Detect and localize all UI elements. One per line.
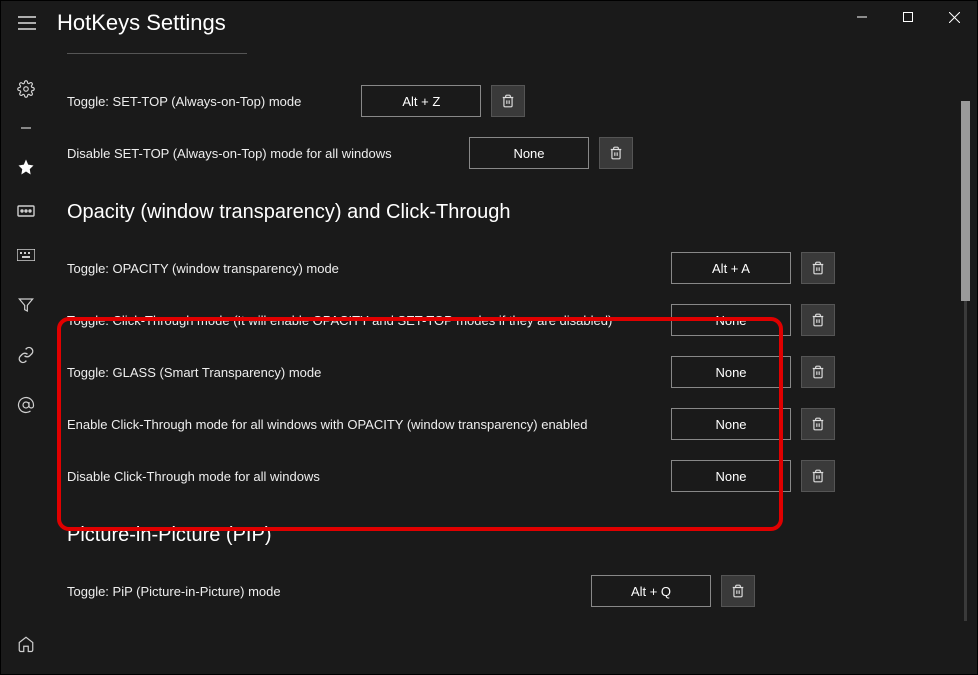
row-label: Toggle: Click-Through mode (It will enab…: [67, 313, 612, 328]
row-label: Disable Click-Through mode for all windo…: [67, 469, 320, 484]
clear-button[interactable]: [801, 356, 835, 388]
trash-icon: [811, 260, 825, 276]
filter-icon[interactable]: [6, 293, 46, 317]
row-label: Toggle: PiP (Picture-in-Picture) mode: [67, 584, 281, 599]
row-label: Disable SET-TOP (Always-on-Top) mode for…: [67, 146, 392, 161]
clear-button[interactable]: [801, 408, 835, 440]
trash-icon: [731, 583, 745, 599]
gear-icon[interactable]: [6, 77, 46, 101]
row-label: Toggle: GLASS (Smart Transparency) mode: [67, 365, 321, 380]
home-icon[interactable]: [6, 632, 46, 656]
hotkey-button[interactable]: None: [469, 137, 589, 169]
hotkey-button[interactable]: None: [671, 408, 791, 440]
trash-icon: [609, 145, 623, 161]
row-label: Toggle: OPACITY (window transparency) mo…: [67, 261, 339, 276]
hotkey-button[interactable]: None: [671, 356, 791, 388]
trash-icon: [811, 312, 825, 328]
field-icon[interactable]: [6, 199, 46, 223]
hotkey-button[interactable]: None: [671, 460, 791, 492]
sidebar-divider: [21, 127, 31, 129]
clear-button[interactable]: [491, 85, 525, 117]
row-disable-settop: Disable SET-TOP (Always-on-Top) mode for…: [67, 127, 947, 179]
row-label: Toggle: SET-TOP (Always-on-Top) mode: [67, 94, 301, 109]
section-pip-header: Picture-in-Picture (PIP): [67, 524, 947, 547]
trash-icon: [811, 416, 825, 432]
at-icon[interactable]: [6, 393, 46, 417]
link-icon[interactable]: [6, 343, 46, 367]
row-label: Enable Click-Through mode for all window…: [67, 417, 587, 432]
clear-button[interactable]: [801, 304, 835, 336]
clear-button[interactable]: [599, 137, 633, 169]
hotkey-button[interactable]: Alt + A: [671, 252, 791, 284]
star-icon[interactable]: [6, 155, 46, 179]
row-toggle-opacity: Toggle: OPACITY (window transparency) mo…: [67, 242, 947, 294]
clear-button[interactable]: [801, 252, 835, 284]
row-toggle-glass: Toggle: GLASS (Smart Transparency) mode …: [67, 346, 947, 398]
trash-icon: [811, 364, 825, 380]
section-opacity-header: Opacity (window transparency) and Click-…: [67, 201, 947, 224]
keyboard-icon[interactable]: [6, 243, 46, 267]
sidebar: [1, 45, 51, 674]
row-toggle-settop: Toggle: SET-TOP (Always-on-Top) mode Alt…: [67, 75, 947, 127]
hotkey-button[interactable]: Alt + Q: [591, 575, 711, 607]
trash-icon: [811, 468, 825, 484]
clear-button[interactable]: [801, 460, 835, 492]
row-toggle-pip: Toggle: PiP (Picture-in-Picture) mode Al…: [67, 565, 947, 617]
hotkey-button[interactable]: None: [671, 304, 791, 336]
clear-button[interactable]: [721, 575, 755, 607]
titlebar: HotKeys Settings: [1, 1, 977, 45]
hotkey-button[interactable]: Alt + Z: [361, 85, 481, 117]
content-area: Toggle: SET-TOP (Always-on-Top) mode Alt…: [51, 65, 977, 674]
close-button[interactable]: [931, 1, 977, 33]
page-title: HotKeys Settings: [57, 10, 226, 36]
title-underline: [67, 53, 247, 54]
hamburger-menu[interactable]: [7, 3, 47, 43]
window-controls: [839, 1, 977, 33]
trash-icon: [501, 93, 515, 109]
scrollbar-thumb[interactable]: [961, 101, 970, 301]
row-disable-clickthrough-all: Disable Click-Through mode for all windo…: [67, 450, 947, 502]
row-enable-clickthrough-all: Enable Click-Through mode for all window…: [67, 398, 947, 450]
maximize-button[interactable]: [885, 1, 931, 33]
row-toggle-clickthrough: Toggle: Click-Through mode (It will enab…: [67, 294, 947, 346]
minimize-button[interactable]: [839, 1, 885, 33]
